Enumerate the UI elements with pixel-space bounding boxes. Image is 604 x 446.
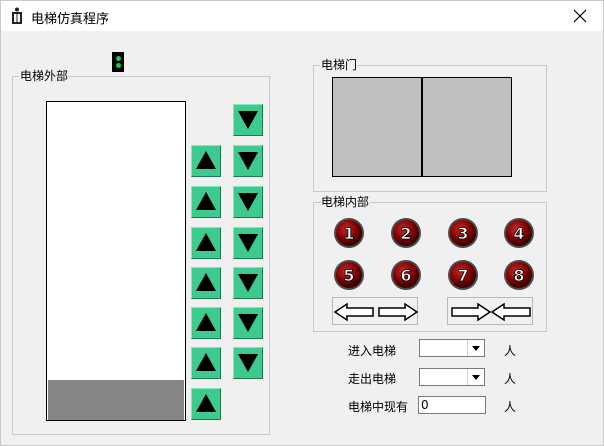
down-arrow-icon: [238, 152, 258, 170]
down-arrow-icon: [238, 193, 258, 211]
up-call-button-2[interactable]: [191, 347, 221, 379]
chevron-down-icon: [472, 375, 480, 380]
floor-button-label: 2: [400, 224, 411, 243]
chevron-down-icon: [472, 346, 480, 351]
up-arrow-icon: [196, 394, 216, 412]
up-call-button-1[interactable]: [191, 388, 221, 420]
enter-label: 进入电梯: [348, 344, 397, 358]
down-arrow-icon: [238, 234, 258, 252]
up-arrow-icon: [196, 273, 216, 291]
dropdown-button[interactable]: [467, 340, 484, 356]
right-door-panel: [423, 78, 511, 176]
elevator-app-icon: [10, 7, 24, 25]
floor-button-6[interactable]: 6: [390, 259, 422, 291]
down-arrow-icon: [238, 274, 258, 292]
enter-unit: 人: [504, 344, 517, 358]
current-count-field[interactable]: 0: [418, 396, 486, 414]
close-icon: [573, 9, 587, 23]
down-arrow-icon: [238, 354, 258, 372]
elevator-door: [332, 77, 512, 177]
outside-group-label: 电梯外部: [19, 69, 70, 83]
down-arrow-icon: [238, 111, 258, 129]
down-arrow-icon: [238, 314, 258, 332]
current-count-value: 0: [421, 398, 429, 412]
up-call-button-3[interactable]: [191, 307, 221, 339]
down-call-button-5[interactable]: [233, 227, 263, 259]
floor-button-label: 6: [400, 266, 411, 285]
open-door-button[interactable]: [332, 297, 419, 325]
floor-button-label: 7: [457, 266, 468, 285]
dropdown-button[interactable]: [467, 369, 484, 385]
current-label: 电梯中现有: [348, 400, 409, 414]
floor-button-7[interactable]: 7: [447, 259, 479, 291]
door-group-label: 电梯门: [320, 58, 359, 72]
door-close-arrows-icon: [451, 302, 531, 322]
title-bar: 电梯仿真程序: [1, 1, 603, 31]
down-call-button-8[interactable]: [233, 104, 263, 136]
exit-unit: 人: [504, 372, 517, 386]
app-window: 电梯仿真程序 电梯外部 电梯门 电梯内部 1 2 3 4 5 6 7 8 进入电…: [0, 0, 604, 446]
indicator-dot: [116, 63, 121, 68]
exit-label: 走出电梯: [348, 372, 397, 386]
exit-select[interactable]: [419, 368, 485, 386]
close-door-button[interactable]: [447, 297, 533, 325]
door-open-arrows-icon: [333, 302, 419, 322]
enter-select[interactable]: [419, 339, 485, 357]
down-call-button-7[interactable]: [233, 145, 263, 177]
elevator-shaft: [46, 101, 186, 421]
up-arrow-icon: [196, 233, 216, 251]
up-call-button-4[interactable]: [191, 267, 221, 299]
status-light: [112, 52, 124, 72]
elevator-car: [48, 380, 184, 420]
floor-button-1[interactable]: 1: [333, 217, 365, 249]
floor-button-8[interactable]: 8: [503, 259, 535, 291]
up-arrow-icon: [196, 151, 216, 169]
left-door-panel: [333, 78, 421, 176]
floor-button-label: 8: [513, 266, 524, 285]
up-arrow-icon: [196, 313, 216, 331]
up-arrow-icon: [196, 192, 216, 210]
floor-button-2[interactable]: 2: [390, 217, 422, 249]
down-call-button-4[interactable]: [233, 267, 263, 299]
floor-button-5[interactable]: 5: [333, 259, 365, 291]
window-title: 电梯仿真程序: [31, 12, 110, 27]
floor-button-label: 4: [513, 224, 524, 243]
up-arrow-icon: [196, 353, 216, 371]
floor-button-label: 5: [343, 266, 354, 285]
up-call-button-7[interactable]: [191, 145, 221, 177]
floor-button-4[interactable]: 4: [503, 217, 535, 249]
up-call-button-5[interactable]: [191, 227, 221, 259]
floor-button-3[interactable]: 3: [447, 217, 479, 249]
floor-button-label: 1: [343, 224, 354, 243]
down-call-button-6[interactable]: [233, 186, 263, 218]
current-unit: 人: [504, 400, 517, 414]
down-call-button-3[interactable]: [233, 307, 263, 339]
up-call-button-6[interactable]: [191, 186, 221, 218]
floor-button-label: 3: [457, 224, 468, 243]
down-call-button-2[interactable]: [233, 347, 263, 379]
indicator-dot: [116, 56, 121, 61]
inside-group-label: 电梯内部: [320, 195, 371, 209]
close-button[interactable]: [557, 1, 603, 31]
